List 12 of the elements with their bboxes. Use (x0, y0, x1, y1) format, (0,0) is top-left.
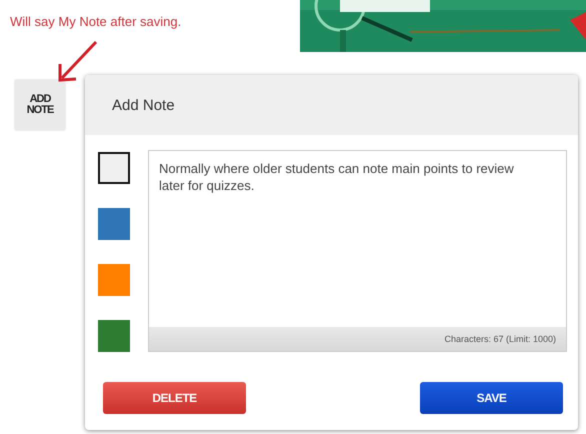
color-swatch[interactable] (98, 208, 130, 240)
dialog-title: Add Note (112, 96, 175, 114)
color-swatch[interactable] (98, 152, 130, 184)
color-swatch[interactable] (98, 264, 130, 296)
delete-button[interactable]: DELETE (103, 382, 246, 414)
note-field[interactable]: Normally where older students can note main points to review later for quizzes. Characters: 67 (Limit: 1000) (148, 150, 567, 352)
note-text: Normally where older students can note main points to review later for quizzes. (159, 161, 514, 193)
character-counter: Characters: 67 (Limit: 1000) (149, 327, 566, 351)
annotation-text: Will say My Note after saving. (10, 14, 182, 29)
add-note-button[interactable]: ADD NOTE (15, 80, 65, 130)
save-button[interactable]: SAVE (420, 382, 563, 414)
color-swatch[interactable] (98, 320, 130, 352)
